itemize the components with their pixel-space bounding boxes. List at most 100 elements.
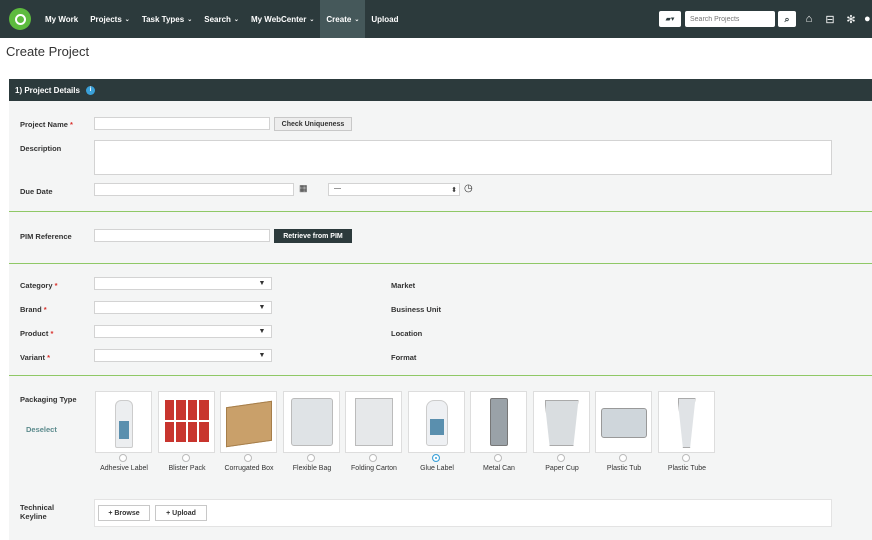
packaging-radio[interactable] [494,454,502,462]
deselect-link[interactable]: Deselect [26,425,57,434]
packaging-label: Corrugated Box [224,465,274,472]
nav-my-webcenter-label: My WebCenter [250,14,307,24]
packaging-radio[interactable] [119,454,127,462]
user-icon[interactable]: ● [864,13,872,25]
nav-upload[interactable]: Upload [365,0,404,38]
packaging-tile[interactable] [470,391,527,453]
packaging-tile[interactable] [158,391,215,453]
description-label: Description [20,144,62,153]
category-select[interactable]: ▼ [94,277,272,290]
description-textarea[interactable] [94,140,832,175]
nav-my-work-label: My Work [45,14,79,24]
packaging-tile[interactable] [220,391,277,453]
category-label-text: Category [20,281,53,290]
nav-my-webcenter[interactable]: My WebCenter ⌄ [245,0,320,38]
required-mark: * [54,281,58,290]
packaging-radio[interactable] [682,454,690,462]
search-input[interactable] [685,11,775,27]
brand-label: Brand * [20,305,47,314]
top-navigation-bar: My Work Projects ⌄ Task Types ⌄ Search ⌄ My… [0,0,872,38]
nav-create[interactable]: Create ⌄ [320,0,366,38]
packaging-radio[interactable] [619,454,627,462]
packaging-label: Paper Cup [545,465,579,472]
packaging-label: Adhesive Label [100,465,148,472]
nav-search[interactable]: Search ⌄ [198,0,245,38]
section-title: 1) Project Details [15,85,80,95]
required-mark: * [50,329,54,338]
chevron-down-icon: ⌄ [233,16,239,23]
browse-button[interactable]: + Browse [98,505,150,521]
check-uniqueness-button[interactable]: Check Uniqueness [274,117,352,131]
top-right-tools: ▰▾ ⌕ ⌂ ⊟ ✻ ● [659,0,872,38]
packaging-tile[interactable] [595,391,652,453]
section-header-project-details[interactable]: 1) Project Details i [9,79,872,101]
nav-projects[interactable]: Projects ⌄ [84,0,136,38]
nav-upload-label: Upload [371,14,399,24]
packaging-label: Flexible Bag [292,465,332,472]
product-label-text: Product [20,329,49,338]
nav-projects-label: Projects [90,14,122,24]
category-label: Category * [20,281,58,290]
search-button[interactable]: ⌕ [778,11,796,27]
time-select-value: — [334,185,341,192]
due-date-input[interactable] [94,183,294,196]
packaging-radio[interactable] [182,454,190,462]
packaging-label: Plastic Tub [606,465,642,472]
packaging-radio[interactable] [432,454,440,462]
required-mark: * [47,353,51,362]
packaging-tile[interactable] [658,391,715,453]
packaging-tile[interactable] [95,391,152,453]
variant-label-text: Variant [20,353,46,362]
packaging-tile[interactable] [533,391,590,453]
pim-reference-input[interactable] [94,229,270,242]
nav-create-label: Create [326,14,352,24]
time-select[interactable]: — ⬍ [328,183,460,196]
packaging-image [534,392,589,452]
market-label: Market [391,281,416,290]
packaging-label: Blister Pack [168,465,206,472]
gear-icon[interactable]: ✻ [843,13,859,26]
packaging-tile[interactable] [345,391,402,453]
packaging-radio[interactable] [244,454,252,462]
app-logo-icon[interactable] [9,8,31,30]
packaging-tile[interactable] [283,391,340,453]
calendar-icon[interactable]: ▦ [299,183,308,194]
project-name-label: Project Name * [20,120,73,129]
project-name-input[interactable] [94,117,270,130]
packaging-type-label: Packaging Type [20,395,77,404]
chevron-down-icon: ⌄ [124,16,130,23]
folder-icon: ▰▾ [665,16,675,23]
packaging-image [96,392,151,452]
nav-my-work[interactable]: My Work [39,0,84,38]
packaging-radio[interactable] [307,454,315,462]
search-scope-select[interactable]: ▰▾ [659,11,681,27]
variant-select[interactable]: ▼ [94,349,272,362]
info-icon[interactable]: i [85,85,95,95]
packaging-radio[interactable] [557,454,565,462]
packaging-tile[interactable] [408,391,465,453]
packaging-radio[interactable] [369,454,377,462]
location-label: Location [391,329,423,338]
clock-icon[interactable]: ◷ [464,183,473,194]
nav-task-types-label: Task Types [141,14,185,24]
pim-reference-label: PIM Reference [20,232,72,241]
retrieve-from-pim-button[interactable]: Retrieve from PIM [274,229,352,243]
nav-task-types[interactable]: Task Types ⌄ [136,0,198,38]
upload-button[interactable]: + Upload [155,505,207,521]
section-divider [9,375,872,376]
select-arrows-icon: ⬍ [451,186,457,194]
page-title: Create Project [6,44,90,59]
brand-label-text: Brand [20,305,42,314]
cart-icon[interactable]: ⊟ [822,13,838,26]
packaging-image [409,392,464,452]
search-icon: ⌕ [784,13,790,24]
required-mark: * [70,120,73,129]
format-label: Format [391,353,417,362]
packaging-image [284,392,339,452]
product-select[interactable]: ▼ [94,325,272,338]
brand-select[interactable]: ▼ [94,301,272,314]
project-name-label-text: Project Name [20,120,68,129]
packaging-image [659,392,714,452]
due-date-label: Due Date [20,187,53,196]
home-icon[interactable]: ⌂ [801,13,817,25]
